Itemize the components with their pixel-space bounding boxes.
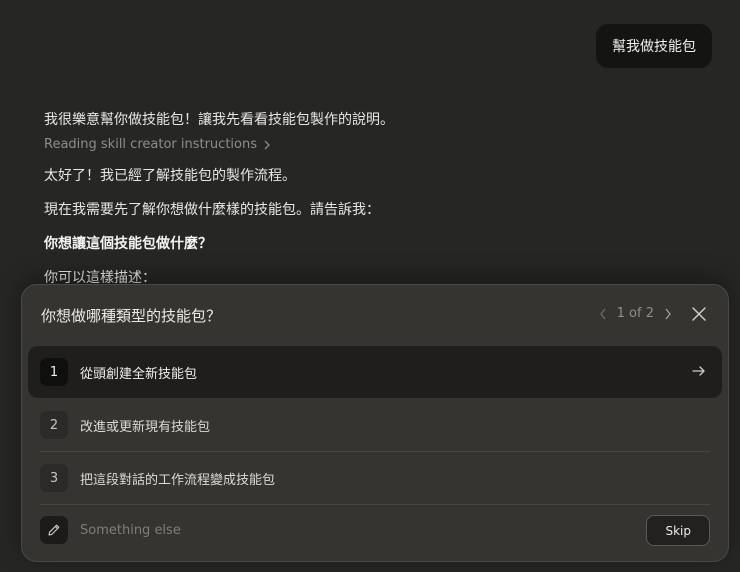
option-2[interactable]: 2 改進或更新現有技能包 [28,399,722,451]
chevron-left-icon[interactable] [599,308,607,320]
assistant-paragraph-2: 現在我需要先了解你想做什麼樣的技能包。請告訴我： [44,202,380,218]
option-label: 從頭創建全新技能包 [80,366,198,382]
close-icon[interactable] [690,305,708,323]
option-1[interactable]: 1 從頭創建全新技能包 [28,346,722,398]
arrow-right-icon [692,366,705,376]
something-else-row: Skip [28,505,722,555]
question-pager: 1 of 2 [599,306,672,321]
option-3[interactable]: 3 把這段對話的工作流程變成技能包 [28,452,722,504]
tool-call-label: Reading skill creator instructions [44,137,257,152]
assistant-intro: 我很樂意幫你做技能包！讓我先看看技能包製作的說明。 [44,112,394,128]
pencil-icon [48,524,60,536]
tool-call-row[interactable]: Reading skill creator instructions [44,137,271,152]
something-else-input[interactable] [80,522,540,538]
pager-label: 1 of 2 [616,306,654,321]
user-message-bubble: 幫我做技能包 [596,24,712,68]
chevron-right-icon[interactable] [664,308,672,320]
question-panel: 你想做哪種類型的技能包？ 1 of 2 1 從頭創建全新技能包 2 改進或更新現… [21,284,729,562]
user-message-text: 幫我做技能包 [612,39,696,55]
chat-page: 幫我做技能包 我很樂意幫你做技能包！讓我先看看技能包製作的說明。 Reading… [0,0,740,572]
skip-button[interactable]: Skip [646,515,710,546]
option-label: 改進或更新現有技能包 [80,419,211,435]
assistant-question-bold: 你想讓這個技能包做什麼？ [44,236,212,252]
chevron-right-icon [264,140,270,149]
assistant-paragraph-1: 太好了！我已經了解技能包的製作流程。 [44,168,296,184]
option-number: 1 [40,358,68,386]
pencil-icon-box [40,516,68,544]
option-label: 把這段對話的工作流程變成技能包 [80,472,276,488]
question-title: 你想做哪種類型的技能包？ [41,307,222,325]
option-number: 2 [40,411,68,439]
option-number: 3 [40,464,68,492]
